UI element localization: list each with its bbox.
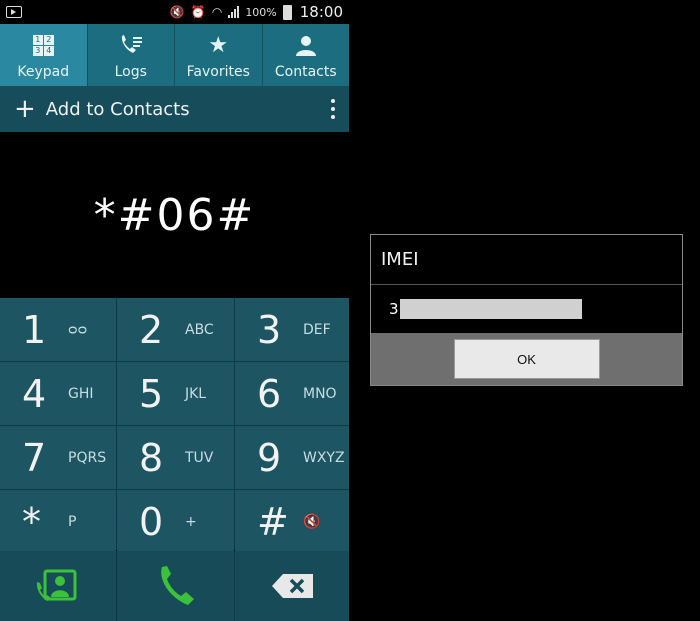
add-to-contacts-button[interactable]: Add to Contacts (46, 99, 190, 120)
status-bar: 🔇 ⏰ ◠ 100% 18:00 (0, 0, 349, 24)
call-log-icon (118, 30, 144, 60)
dial-keypad: 1 ᴑᴑ 2 ABC 3 DEF 4 GHI 5 JKL 6 MNO 7 PQR… (0, 298, 349, 553)
plus-icon[interactable]: + (14, 96, 36, 122)
tab-keypad[interactable]: 1 2 3 4 Keypad (0, 24, 88, 86)
key-star[interactable]: * P (0, 490, 116, 553)
key-4[interactable]: 4 GHI (0, 362, 116, 425)
dialog-button-bar: OK (371, 333, 682, 385)
contact-card-icon (36, 569, 77, 601)
mute-icon: 🔇 (303, 513, 321, 530)
dialog-title: IMEI (371, 235, 682, 285)
key-0[interactable]: 0 + (117, 490, 234, 553)
tab-label: Logs (114, 64, 147, 80)
mute-icon: 🔇 (169, 5, 185, 19)
tab-contacts[interactable]: Contacts (263, 24, 350, 86)
tab-label: Favorites (186, 64, 250, 80)
key-9[interactable]: 9 WXYZ (235, 426, 349, 489)
dialed-number-display: *#06# (0, 132, 349, 298)
key-8[interactable]: 8 TUV (117, 426, 234, 489)
call-button[interactable] (117, 551, 234, 621)
key-6[interactable]: 6 MNO (235, 362, 349, 425)
imei-dialog: IMEI 3 OK (370, 234, 683, 386)
key-2[interactable]: 2 ABC (117, 298, 234, 361)
backspace-button[interactable] (235, 551, 349, 621)
add-to-contacts-bar: + Add to Contacts (0, 86, 349, 132)
keypad-icon: 1 2 3 4 (32, 30, 54, 60)
clock: 18:00 (299, 3, 343, 21)
key-hash[interactable]: # 🔇 (235, 490, 349, 553)
tab-label: Contacts (274, 64, 337, 80)
key-5[interactable]: 5 JKL (117, 362, 234, 425)
more-options-icon[interactable] (331, 99, 335, 119)
redacted-imei (399, 299, 582, 319)
signal-icon (228, 6, 240, 18)
person-icon (294, 30, 318, 60)
alarm-icon: ⏰ (190, 5, 206, 19)
add-contact-action[interactable] (0, 551, 116, 621)
voicemail-icon: ᴑᴑ (68, 321, 88, 338)
tab-label: Keypad (17, 64, 70, 80)
star-icon: ★ (208, 32, 229, 58)
phone-icon (160, 566, 194, 605)
ok-button[interactable]: OK (453, 339, 600, 379)
battery-icon (282, 4, 292, 20)
wifi-icon: ◠ (211, 5, 223, 19)
battery-percent: 100% (245, 5, 277, 19)
media-icon (6, 6, 22, 18)
tab-bar: 1 2 3 4 Keypad Logs ★ Favorites Contacts (0, 24, 349, 86)
imei-value: 3 (371, 285, 682, 333)
backspace-icon (272, 574, 313, 598)
key-7[interactable]: 7 PQRS (0, 426, 116, 489)
tab-logs[interactable]: Logs (88, 24, 175, 86)
key-1[interactable]: 1 ᴑᴑ (0, 298, 116, 361)
key-3[interactable]: 3 DEF (235, 298, 349, 361)
tab-favorites[interactable]: ★ Favorites (175, 24, 263, 86)
dialer-actions (0, 551, 349, 621)
dialer-screen: 🔇 ⏰ ◠ 100% 18:00 1 2 3 4 Keypad Logs ★ F… (0, 0, 349, 621)
